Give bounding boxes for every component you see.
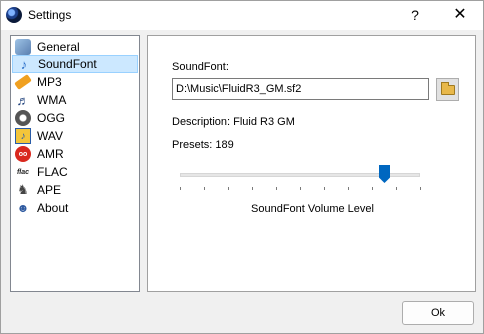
- sidebar-item-label: FLAC: [37, 165, 68, 179]
- window-title: Settings: [28, 8, 72, 22]
- sidebar-item-soundfont[interactable]: ♪ SoundFont: [12, 55, 138, 73]
- settings-window: Settings ? ✕ General ♪ SoundFont MP3 ♬ W…: [0, 0, 484, 334]
- sidebar-item-wma[interactable]: ♬ WMA: [12, 91, 138, 109]
- sidebar-item-wav[interactable]: ♪ WAV: [12, 127, 138, 145]
- description-text: Description: Fluid R3 GM: [172, 116, 295, 128]
- sidebar-item-label: WAV: [37, 129, 63, 143]
- ok-button[interactable]: Ok: [402, 301, 474, 325]
- close-button[interactable]: ✕: [438, 1, 482, 29]
- slider-tick: [300, 187, 301, 190]
- slider-tick: [180, 187, 181, 190]
- mp3-icon: [14, 74, 32, 90]
- open-folder-icon: [440, 81, 455, 95]
- ogg-icon: [15, 110, 31, 126]
- sidebar-item-label: About: [37, 201, 69, 215]
- sidebar-item-ape[interactable]: ♞ APE: [12, 181, 138, 199]
- sidebar-item-mp3[interactable]: MP3: [12, 73, 138, 91]
- soundfont-panel: SoundFont: D:\Music\FluidR3_GM.sf2 Descr…: [147, 35, 476, 292]
- sidebar-item-label: WMA: [37, 93, 67, 107]
- slider-tick: [396, 187, 397, 190]
- slider-tick: [348, 187, 349, 190]
- sidebar-item-ogg[interactable]: OGG: [12, 109, 138, 127]
- category-list[interactable]: General ♪ SoundFont MP3 ♬ WMA OGG ♪ WAV …: [10, 35, 140, 292]
- sidebar-item-flac[interactable]: flac FLAC: [12, 163, 138, 181]
- slider-tick: [228, 187, 229, 190]
- sidebar-item-label: MP3: [37, 75, 62, 89]
- sidebar-item-label: SoundFont: [38, 57, 97, 71]
- sidebar-item-label: General: [37, 40, 80, 54]
- sidebar-item-amr[interactable]: oo AMR: [12, 145, 138, 163]
- amr-icon: oo: [15, 146, 31, 162]
- sidebar-item-about[interactable]: ☻ About: [12, 199, 138, 217]
- soundfont-icon: ♪: [20, 56, 28, 72]
- slider-tick: [372, 187, 373, 190]
- slider-tick: [276, 187, 277, 190]
- app-icon: [6, 7, 22, 23]
- title-bar: Settings ? ✕: [1, 1, 483, 30]
- browse-button[interactable]: [436, 78, 459, 101]
- about-icon: ☻: [16, 201, 30, 215]
- flac-icon: flac: [16, 168, 30, 176]
- help-button[interactable]: ?: [393, 1, 437, 29]
- presets-text: Presets: 189: [172, 139, 234, 151]
- slider-tick: [252, 187, 253, 190]
- sidebar-item-label: OGG: [37, 111, 66, 125]
- volume-slider-thumb[interactable]: [379, 165, 390, 183]
- ape-icon: ♞: [17, 182, 29, 197]
- sidebar-item-general[interactable]: General: [12, 38, 138, 56]
- volume-caption: SoundFont Volume Level: [251, 203, 374, 215]
- sidebar-item-label: APE: [37, 183, 62, 197]
- soundfont-path-field[interactable]: D:\Music\FluidR3_GM.sf2: [172, 78, 429, 100]
- slider-tick: [204, 187, 205, 190]
- wma-icon: ♬: [16, 92, 30, 108]
- wav-icon: ♪: [15, 128, 31, 144]
- slider-tick: [420, 187, 421, 190]
- sidebar-item-label: AMR: [37, 147, 64, 161]
- slider-tick: [324, 187, 325, 190]
- soundfont-label: SoundFont:: [172, 61, 229, 73]
- general-icon: [15, 39, 31, 55]
